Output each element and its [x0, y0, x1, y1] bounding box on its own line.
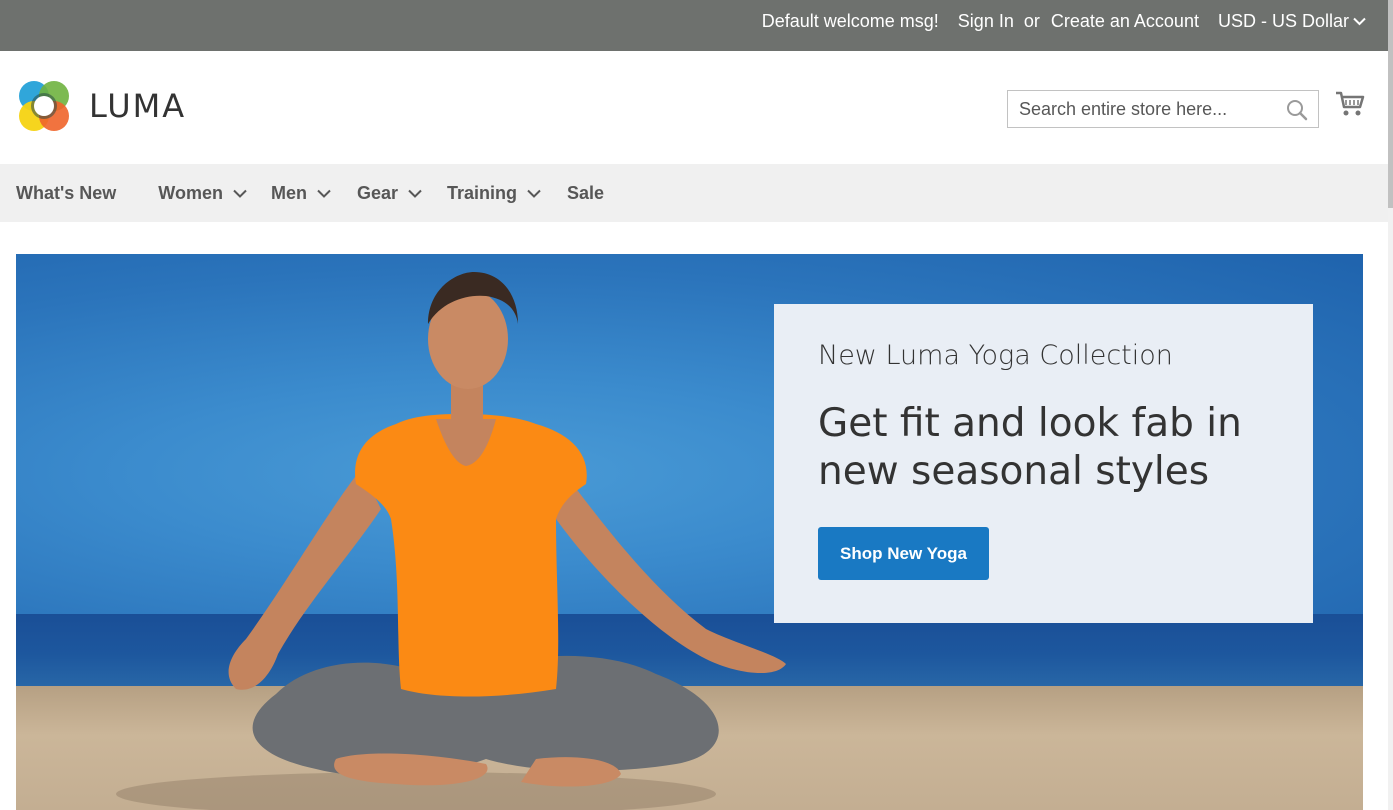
hero-banner[interactable]: New Luma Yoga Collection Get fit and loo… — [16, 254, 1363, 810]
logo[interactable]: LUMA — [16, 78, 186, 134]
shopping-cart-icon[interactable] — [1335, 89, 1365, 119]
create-account-link[interactable]: Create an Account — [1051, 11, 1199, 32]
nav-list: What's New Women Men Gear Training Sale — [16, 164, 604, 222]
chevron-down-icon — [317, 189, 331, 198]
sign-in-link[interactable]: Sign In — [958, 11, 1014, 32]
search-input[interactable] — [1008, 91, 1283, 127]
chevron-down-icon — [1353, 17, 1366, 26]
luma-logo-icon — [19, 81, 69, 131]
nav-item-women[interactable]: Women — [158, 183, 247, 204]
promo-headline: Get fit and look fab in new seasonal sty… — [818, 401, 1242, 494]
nav-item-men[interactable]: Men — [271, 183, 331, 204]
chevron-down-icon — [233, 189, 247, 198]
nav-item-sale[interactable]: Sale — [567, 183, 604, 204]
nav-item-label: Sale — [567, 182, 605, 203]
search-box — [1007, 90, 1319, 128]
chevron-down-icon — [408, 189, 422, 198]
nav-item-label: Men — [270, 182, 307, 203]
scrollbar-thumb[interactable] — [1388, 0, 1393, 208]
search-icon[interactable] — [1286, 99, 1308, 121]
or-separator: or — [1023, 11, 1040, 31]
promo-subtitle: New Luma Yoga Collection — [818, 340, 1173, 371]
nav-item-gear[interactable]: Gear — [357, 183, 422, 204]
main-navigation: What's New Women Men Gear Training Sale — [0, 164, 1388, 222]
chevron-down-icon — [527, 189, 541, 198]
page-scrollbar[interactable] — [1388, 0, 1393, 810]
promo-box: New Luma Yoga Collection Get fit and loo… — [774, 304, 1313, 623]
header-links: Default welcome msg! Sign In or Create a… — [762, 11, 1366, 32]
nav-item-label: Training — [447, 182, 518, 203]
welcome-message: Default welcome msg! — [761, 11, 939, 31]
nav-item-label: Women — [158, 182, 223, 203]
nav-item-training[interactable]: Training — [447, 183, 541, 204]
currency-label: USD - US Dollar — [1217, 11, 1349, 31]
page-header: LUMA — [0, 51, 1388, 164]
nav-item-whats-new[interactable]: What's New — [16, 183, 116, 204]
shop-new-yoga-button[interactable]: Shop New Yoga — [818, 527, 989, 580]
nav-item-label: What's New — [16, 182, 117, 203]
top-panel: Default welcome msg! Sign In or Create a… — [0, 0, 1388, 51]
nav-item-label: Gear — [356, 182, 398, 203]
currency-switcher[interactable]: USD - US Dollar — [1218, 11, 1366, 32]
logo-text: LUMA — [89, 87, 187, 125]
